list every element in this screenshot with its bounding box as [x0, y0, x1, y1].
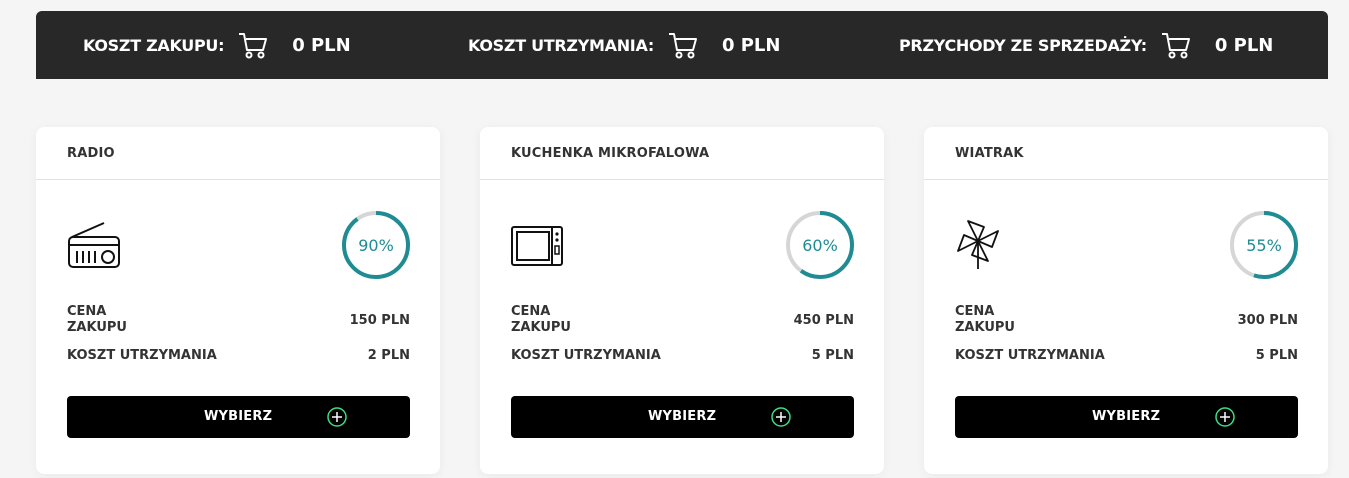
price-row: CENA ZAKUPU 450 PLN — [511, 303, 854, 337]
price-label: CENA ZAKUPU — [511, 304, 571, 335]
product-card-radio: RADIO 90% CENA ZAKUPU 150 PLN KOSZT UTRZ… — [36, 127, 440, 474]
upkeep-value: 5 PLN — [1255, 347, 1298, 363]
select-button[interactable]: WYBIERZ — [511, 396, 854, 438]
percent-value: 55% — [1246, 235, 1282, 255]
plus-circle-icon — [327, 407, 347, 427]
cart-icon — [1161, 33, 1190, 59]
upkeep-row: KOSZT UTRZYMANIA 2 PLN — [67, 345, 410, 365]
price-label: CENA ZAKUPU — [67, 304, 127, 335]
upkeep-row: KOSZT UTRZYMANIA 5 PLN — [955, 345, 1298, 365]
price-label: CENA ZAKUPU — [955, 304, 1015, 335]
sales-revenue-label: PRZYCHODY ZE SPRZEDAŻY: — [899, 35, 1147, 55]
percent-value: 90% — [358, 235, 394, 255]
upkeep-label: KOSZT UTRZYMANIA — [511, 347, 661, 363]
upkeep-label: KOSZT UTRZYMANIA — [67, 347, 217, 363]
upkeep-value: 2 PLN — [367, 347, 410, 363]
price-row: CENA ZAKUPU 150 PLN — [67, 303, 410, 337]
plus-circle-icon — [771, 407, 791, 427]
upkeep-cost-summary: KOSZT UTRZYMANIA: 0 PLN — [468, 11, 780, 79]
pinwheel-icon — [957, 220, 999, 269]
select-button-label: WYBIERZ — [648, 409, 717, 424]
summary-bar: KOSZT ZAKUPU: 0 PLN KOSZT UTRZYMANIA: 0 … — [36, 11, 1328, 79]
cart-icon — [668, 33, 697, 59]
price-value: 450 PLN — [793, 312, 854, 328]
card-header: RADIO — [36, 127, 440, 180]
product-title: WIATRAK — [955, 145, 1024, 161]
select-button-label: WYBIERZ — [204, 409, 273, 424]
plus-circle-icon — [1215, 407, 1235, 427]
cart-icon — [239, 33, 268, 59]
product-title: RADIO — [67, 145, 115, 161]
price-value: 150 PLN — [349, 312, 410, 328]
select-button-label: WYBIERZ — [1092, 409, 1161, 424]
select-button[interactable]: WYBIERZ — [955, 396, 1298, 438]
card-header: WIATRAK — [924, 127, 1328, 180]
card-header: KUCHENKA MIKROFALOWA — [480, 127, 884, 180]
percent-value: 60% — [802, 235, 838, 255]
purchase-cost-value: 0 PLN — [292, 34, 351, 56]
upkeep-cost-label: KOSZT UTRZYMANIA: — [468, 35, 654, 55]
select-button[interactable]: WYBIERZ — [67, 396, 410, 438]
upkeep-label: KOSZT UTRZYMANIA — [955, 347, 1105, 363]
purchase-cost-label: KOSZT ZAKUPU: — [83, 35, 225, 55]
product-card-pinwheel: WIATRAK 55% CENA ZAKUPU 300 PLN KOSZT UT… — [924, 127, 1328, 474]
price-row: CENA ZAKUPU 300 PLN — [955, 303, 1298, 337]
sales-revenue-value: 0 PLN — [1214, 34, 1274, 56]
purchase-cost-summary: KOSZT ZAKUPU: 0 PLN — [83, 11, 351, 79]
microwave-icon — [511, 226, 563, 266]
radio-icon — [68, 222, 120, 268]
upkeep-cost-value: 0 PLN — [721, 34, 781, 56]
upkeep-row: KOSZT UTRZYMANIA 5 PLN — [511, 345, 854, 365]
product-title: KUCHENKA MIKROFALOWA — [511, 145, 710, 161]
upkeep-value: 5 PLN — [811, 347, 854, 363]
sales-revenue-summary: PRZYCHODY ZE SPRZEDAŻY: 0 PLN — [899, 11, 1273, 79]
price-value: 300 PLN — [1237, 312, 1298, 328]
product-card-microwave: KUCHENKA MIKROFALOWA 60% CENA ZAKUPU 450… — [480, 127, 884, 474]
